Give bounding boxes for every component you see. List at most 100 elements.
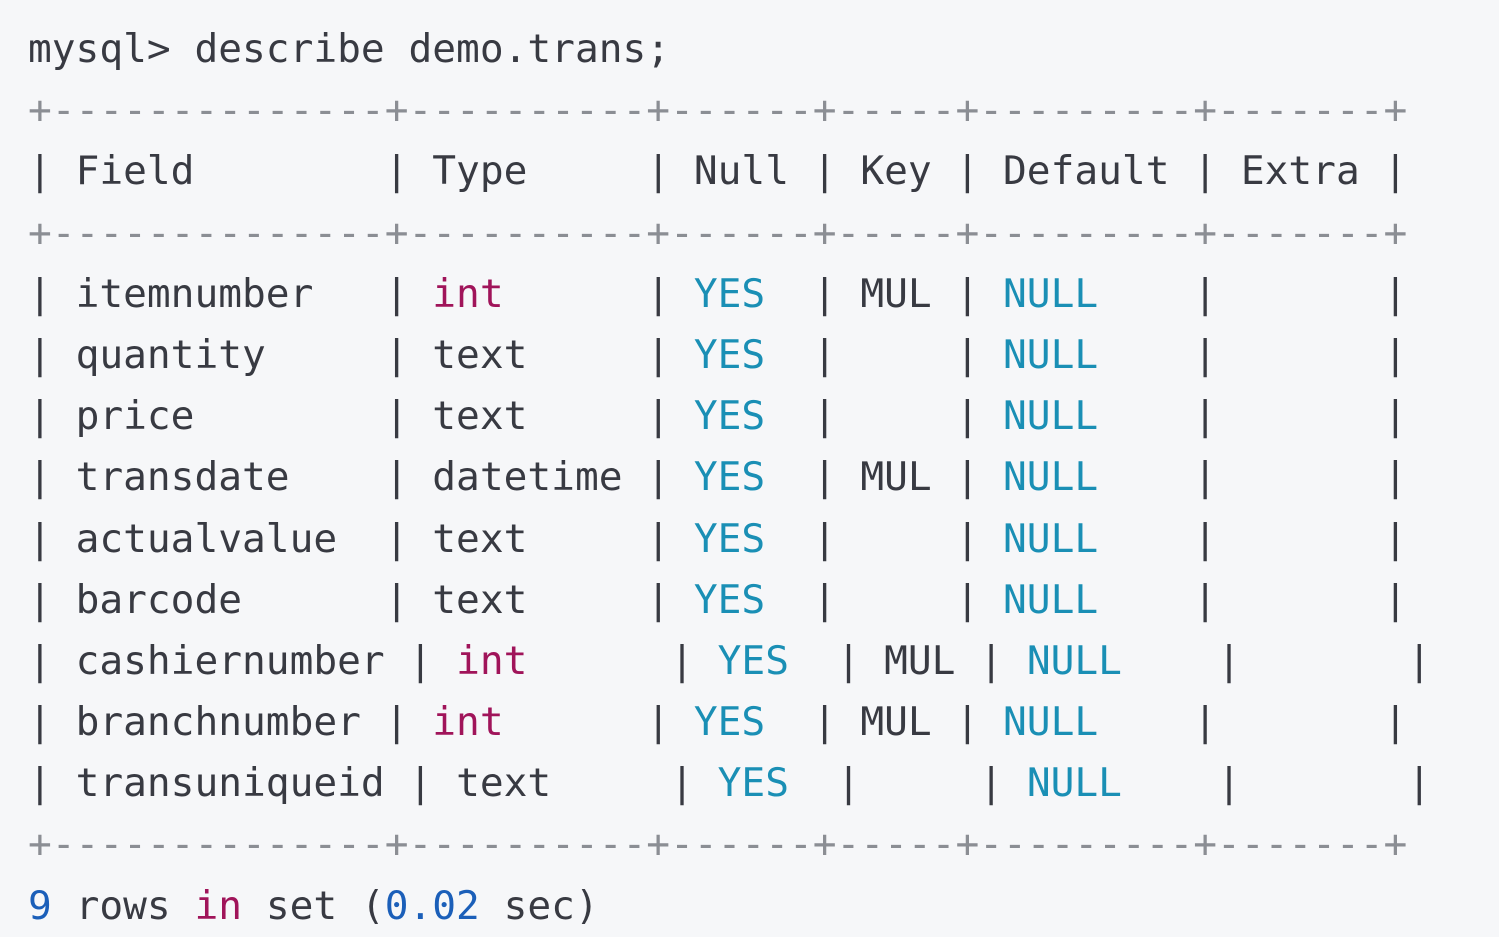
column-separator: |	[384, 331, 409, 378]
cell-field: actualvalue	[75, 515, 338, 562]
column-separator: |	[1407, 637, 1432, 684]
column-separator: |	[836, 637, 861, 684]
column-separator: |	[28, 699, 52, 746]
table-row: | price | text | YES | | NULL | |	[28, 386, 1431, 447]
rows-word: rows	[75, 882, 171, 929]
cell-key: MUL	[860, 454, 932, 501]
column-header-type: Type	[432, 148, 528, 195]
column-header-key: Key	[860, 148, 932, 195]
column-separator: |	[1407, 760, 1432, 807]
result-summary: 9 rows in set (0.02 sec)	[28, 876, 1431, 937]
column-separator: |	[955, 576, 980, 623]
column-separator: |	[812, 148, 837, 195]
cell-null: YES	[693, 454, 766, 501]
column-separator: |	[836, 760, 861, 807]
table-border-text: +--------------+----------+------+-----+…	[28, 87, 1408, 134]
column-separator: |	[812, 393, 837, 440]
table-row: | itemnumber | int | YES | MUL | NULL | …	[28, 264, 1431, 325]
column-separator: |	[1193, 576, 1218, 623]
column-separator: |	[408, 760, 433, 807]
table-row: | branchnumber | int | YES | MUL | NULL …	[28, 692, 1431, 753]
column-separator: |	[1193, 699, 1218, 746]
table-row: | transuniqueid | text | YES | | NULL | …	[28, 753, 1431, 814]
cell-null: YES	[693, 393, 766, 440]
column-separator: |	[646, 270, 671, 317]
table-row: | barcode | text | YES | | NULL | |	[28, 570, 1431, 631]
cell-field: transuniqueid	[75, 760, 385, 807]
column-separator: |	[670, 760, 694, 807]
cell-type: text	[432, 393, 528, 440]
column-separator: |	[1193, 393, 1218, 440]
cell-field: barcode	[75, 576, 243, 623]
column-separator: |	[646, 331, 671, 378]
cell-default: NULL	[1026, 760, 1122, 807]
query-time: 0.02	[384, 882, 480, 929]
cell-default: NULL	[1003, 270, 1099, 317]
column-separator: |	[384, 148, 409, 195]
column-separator: |	[1217, 637, 1241, 684]
column-separator: |	[1193, 454, 1218, 501]
column-separator: |	[28, 760, 52, 807]
column-separator: |	[1383, 331, 1408, 378]
column-separator: |	[1193, 270, 1218, 317]
column-separator: |	[1193, 331, 1218, 378]
cell-default: NULL	[1003, 331, 1099, 378]
column-separator: |	[979, 760, 1004, 807]
cell-null: YES	[693, 331, 766, 378]
column-separator: |	[1193, 148, 1218, 195]
cell-null: YES	[717, 637, 789, 684]
cell-default: NULL	[1003, 393, 1099, 440]
cell-field: branchnumber	[75, 699, 361, 746]
column-separator: |	[1193, 515, 1218, 562]
table-border-text: +--------------+----------+------+-----+…	[28, 209, 1408, 256]
cell-null: YES	[693, 699, 766, 746]
column-separator: |	[812, 515, 837, 562]
column-separator: |	[1383, 270, 1408, 317]
cell-default: NULL	[1003, 515, 1099, 562]
cell-field: price	[75, 393, 195, 440]
cell-type: text	[432, 576, 528, 623]
cell-type: int	[432, 270, 504, 317]
column-separator: |	[812, 270, 837, 317]
column-separator: |	[646, 393, 671, 440]
table-row: | actualvalue | text | YES | | NULL | |	[28, 509, 1431, 570]
column-separator: |	[1383, 576, 1408, 623]
column-separator: |	[955, 270, 980, 317]
column-separator: |	[812, 454, 837, 501]
table-border: +--------------+----------+------+-----+…	[28, 80, 1431, 141]
column-separator: |	[1383, 699, 1408, 746]
column-separator: |	[28, 454, 52, 501]
table-header-row: | Field | Type | Null | Key | Default | …	[28, 141, 1431, 202]
column-header-extra: Extra	[1240, 148, 1360, 195]
table-border: +--------------+----------+------+-----+…	[28, 203, 1431, 264]
column-separator: |	[1383, 148, 1408, 195]
column-separator: |	[28, 393, 52, 440]
in-word: in	[194, 882, 243, 929]
cell-null: YES	[693, 515, 766, 562]
table-row: | cashiernumber | int | YES | MUL | NULL…	[28, 631, 1431, 692]
command-text: describe demo.trans;	[170, 26, 671, 72]
cell-null: YES	[693, 576, 766, 623]
column-separator: |	[1383, 515, 1408, 562]
table-border: +--------------+----------+------+-----+…	[28, 814, 1431, 875]
cell-field: itemnumber	[75, 270, 314, 317]
paren-open: (	[360, 882, 385, 929]
column-separator: |	[28, 637, 52, 684]
column-separator: |	[955, 515, 980, 562]
column-separator: |	[670, 637, 694, 684]
column-separator: |	[28, 576, 52, 623]
cell-type: int	[432, 699, 504, 746]
column-separator: |	[1383, 393, 1408, 440]
column-separator: |	[1383, 454, 1408, 501]
cell-type: int	[456, 637, 528, 684]
row-count: 9	[28, 882, 52, 929]
column-separator: |	[384, 270, 409, 317]
set-word: set	[265, 882, 338, 929]
cell-field: cashiernumber	[75, 637, 385, 684]
table-row: | quantity | text | YES | | NULL | |	[28, 325, 1431, 386]
cell-default: NULL	[1026, 637, 1122, 684]
column-separator: |	[384, 393, 409, 440]
column-separator: |	[408, 637, 433, 684]
cell-field: quantity	[75, 331, 266, 378]
column-separator: |	[646, 515, 671, 562]
